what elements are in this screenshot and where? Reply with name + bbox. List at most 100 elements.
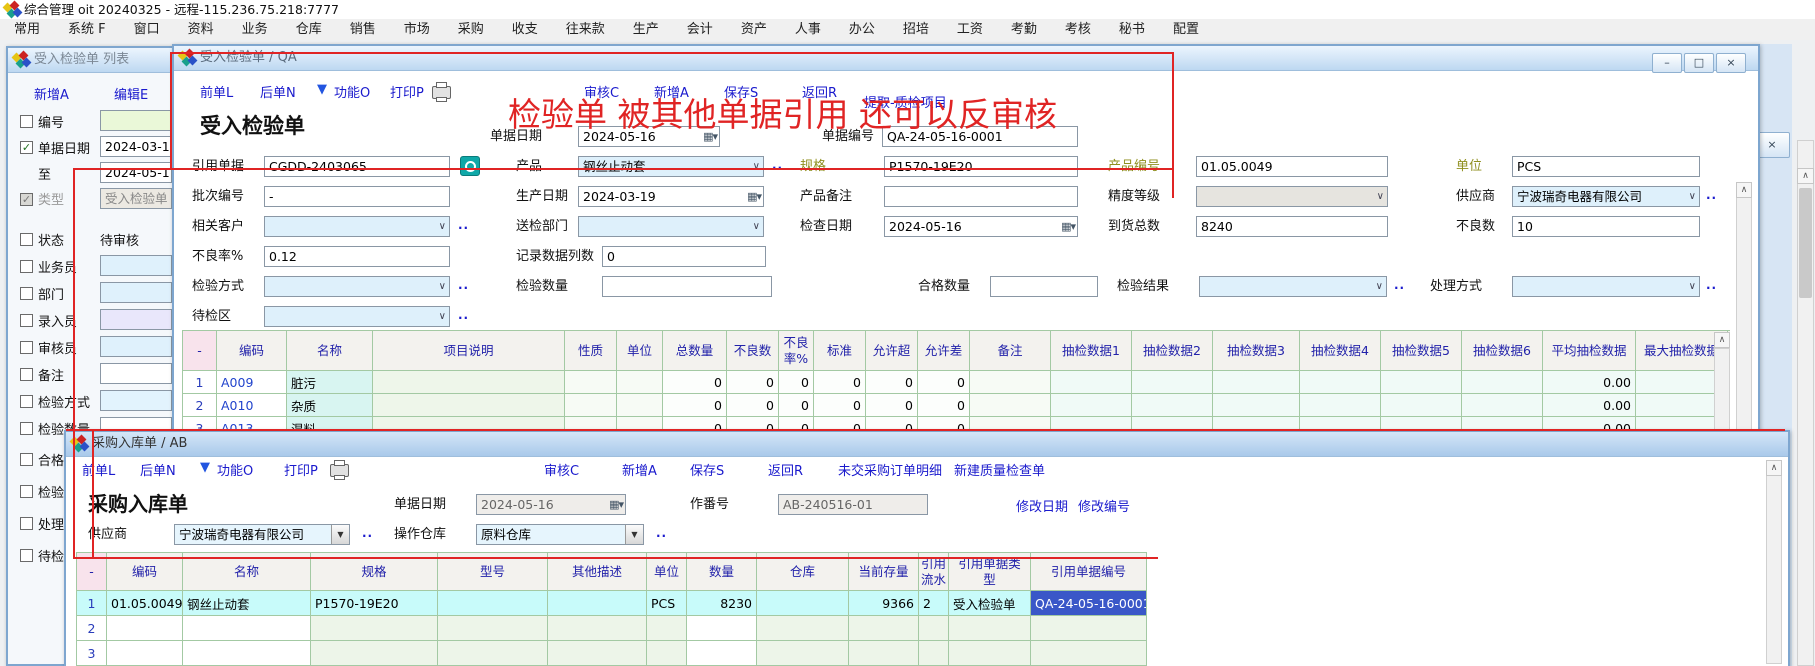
column-header[interactable]: - xyxy=(183,331,217,371)
column-header[interactable]: 抽检数据3 xyxy=(1213,331,1300,371)
menu-item[interactable]: 仓库 xyxy=(282,19,336,40)
inspection-list-titlebar[interactable]: 受入检验单 列表 xyxy=(8,48,176,73)
cell[interactable] xyxy=(970,371,1051,394)
column-header[interactable]: 项目说明 xyxy=(373,331,565,371)
cell[interactable] xyxy=(183,641,311,666)
wait-area-combo[interactable] xyxy=(264,306,450,327)
wait-area-lookup-dots[interactable]: .. xyxy=(458,308,469,322)
cell[interactable]: 1 xyxy=(183,371,217,394)
menu-item[interactable]: 销售 xyxy=(336,19,390,40)
menu-item[interactable]: 会计 xyxy=(673,19,727,40)
qa-titlebar[interactable]: 受入检验单 / QA xyxy=(174,46,1758,71)
menu-item[interactable]: 常用 xyxy=(0,19,54,40)
cell[interactable]: 0 xyxy=(866,371,918,394)
menu-item[interactable]: 配置 xyxy=(1159,19,1213,40)
purchase-scroll-up-icon[interactable]: ∧ xyxy=(1766,460,1782,476)
cell[interactable]: 0 xyxy=(814,394,866,417)
product-combo[interactable]: 钢丝止动套 xyxy=(578,156,764,177)
cell[interactable]: 0.00 xyxy=(1543,394,1636,417)
column-header[interactable]: 抽检数据5 xyxy=(1381,331,1462,371)
supplier-combo[interactable]: 宁波瑞奇电器有限公司 xyxy=(1512,186,1700,207)
menu-item[interactable]: 考勤 xyxy=(997,19,1051,40)
filter-checkbox[interactable] xyxy=(20,233,33,246)
spec-field[interactable]: P1570-19E20 xyxy=(884,156,1078,177)
filter-checkbox[interactable] xyxy=(20,368,33,381)
filter-checkbox[interactable] xyxy=(20,517,33,530)
supplier-combo[interactable]: 宁波瑞奇电器有限公司 xyxy=(174,524,350,545)
column-header[interactable]: 允许差 xyxy=(918,331,970,371)
filter-checkbox[interactable] xyxy=(20,395,33,408)
cell[interactable] xyxy=(548,616,647,641)
modify-no-link[interactable]: 修改编号 xyxy=(1078,496,1130,515)
grid-scroll-up-icon[interactable]: ∧ xyxy=(1714,332,1730,348)
cell[interactable]: 9366 xyxy=(849,591,919,616)
cell[interactable] xyxy=(373,394,565,417)
column-header[interactable]: 抽检数据1 xyxy=(1051,331,1132,371)
printer-icon[interactable] xyxy=(330,464,349,477)
cell[interactable]: QA-24-05-16-0001 xyxy=(1031,591,1147,616)
filter-checkbox[interactable]: ✓ xyxy=(20,141,33,154)
cell[interactable] xyxy=(757,591,849,616)
cell[interactable] xyxy=(919,641,949,666)
ref-doc-field[interactable]: CGDD-2403065 xyxy=(264,156,450,177)
cell[interactable]: 0 xyxy=(918,371,970,394)
cell[interactable] xyxy=(565,394,617,417)
handle-combo[interactable] xyxy=(1512,276,1700,297)
cell[interactable] xyxy=(849,616,919,641)
customer-lookup-dots[interactable]: .. xyxy=(458,218,469,232)
print-button[interactable]: 打印P xyxy=(390,82,424,101)
workspace-scroll-up-icon[interactable]: ∧ xyxy=(1797,168,1814,184)
cell[interactable] xyxy=(1132,394,1213,417)
cell[interactable]: 1 xyxy=(77,591,107,616)
column-header[interactable]: 不良数 xyxy=(727,331,779,371)
menu-item[interactable]: 业务 xyxy=(228,19,282,40)
menu-item[interactable]: 窗口 xyxy=(120,19,174,40)
column-header[interactable]: 备注 xyxy=(970,331,1051,371)
purchase-window-scrollbar[interactable] xyxy=(1766,460,1782,664)
cell[interactable] xyxy=(1031,616,1147,641)
prod-date-field[interactable]: 2024-03-19 xyxy=(578,186,764,207)
arrived-qty-field[interactable]: 8240 xyxy=(1196,216,1388,237)
close-button[interactable]: × xyxy=(1716,53,1746,73)
column-header[interactable]: 平均抽检数据 xyxy=(1543,331,1636,371)
pass-qty-field[interactable] xyxy=(990,276,1098,297)
cell[interactable]: 01.05.0049 xyxy=(107,591,183,616)
restore-button[interactable]: □ xyxy=(1684,53,1714,73)
print-button[interactable]: 打印P xyxy=(284,460,318,479)
menu-item[interactable]: 系统 F xyxy=(54,19,120,40)
cell[interactable]: 0 xyxy=(663,394,727,417)
cell[interactable] xyxy=(687,641,757,666)
dept-combo[interactable] xyxy=(578,216,764,237)
cell[interactable]: 0.00 xyxy=(1543,371,1636,394)
minimize-button[interactable]: – xyxy=(1652,53,1682,73)
cell[interactable]: 杂质 xyxy=(287,394,373,417)
cell[interactable] xyxy=(1132,371,1213,394)
cell[interactable] xyxy=(949,616,1031,641)
prev-doc-button[interactable]: 前单L xyxy=(200,82,233,101)
printer-icon[interactable] xyxy=(432,86,451,99)
handle-lookup-dots[interactable]: .. xyxy=(1706,278,1717,292)
column-header[interactable]: 不良 率% xyxy=(779,331,814,371)
cell[interactable]: 3 xyxy=(77,641,107,666)
cell[interactable] xyxy=(919,616,949,641)
column-header[interactable]: 抽检数据2 xyxy=(1132,331,1213,371)
cell[interactable] xyxy=(373,371,565,394)
save-button[interactable]: 保存S xyxy=(690,460,724,479)
cell[interactable] xyxy=(438,616,548,641)
pending-po-detail-button[interactable]: 未交采购订单明细 xyxy=(838,460,942,479)
column-header[interactable]: 标准 xyxy=(814,331,866,371)
filter-input[interactable] xyxy=(100,309,172,330)
menu-item[interactable]: 秘书 xyxy=(1105,19,1159,40)
audit-button[interactable]: 审核C xyxy=(544,460,579,479)
table-row[interactable]: 2 xyxy=(77,616,1147,641)
cell[interactable]: 0 xyxy=(727,371,779,394)
add-button[interactable]: 新增A xyxy=(622,460,657,479)
cell[interactable]: 钢丝止动套 xyxy=(183,591,311,616)
cell[interactable]: A010 xyxy=(217,394,287,417)
cell[interactable] xyxy=(647,641,687,666)
table-row[interactable]: 1A009脏污0000000.000 xyxy=(183,371,1731,394)
function-button[interactable]: 功能O xyxy=(217,460,253,479)
column-header[interactable]: 名称 xyxy=(287,331,373,371)
cell[interactable] xyxy=(311,641,438,666)
filter-input[interactable] xyxy=(100,363,172,384)
